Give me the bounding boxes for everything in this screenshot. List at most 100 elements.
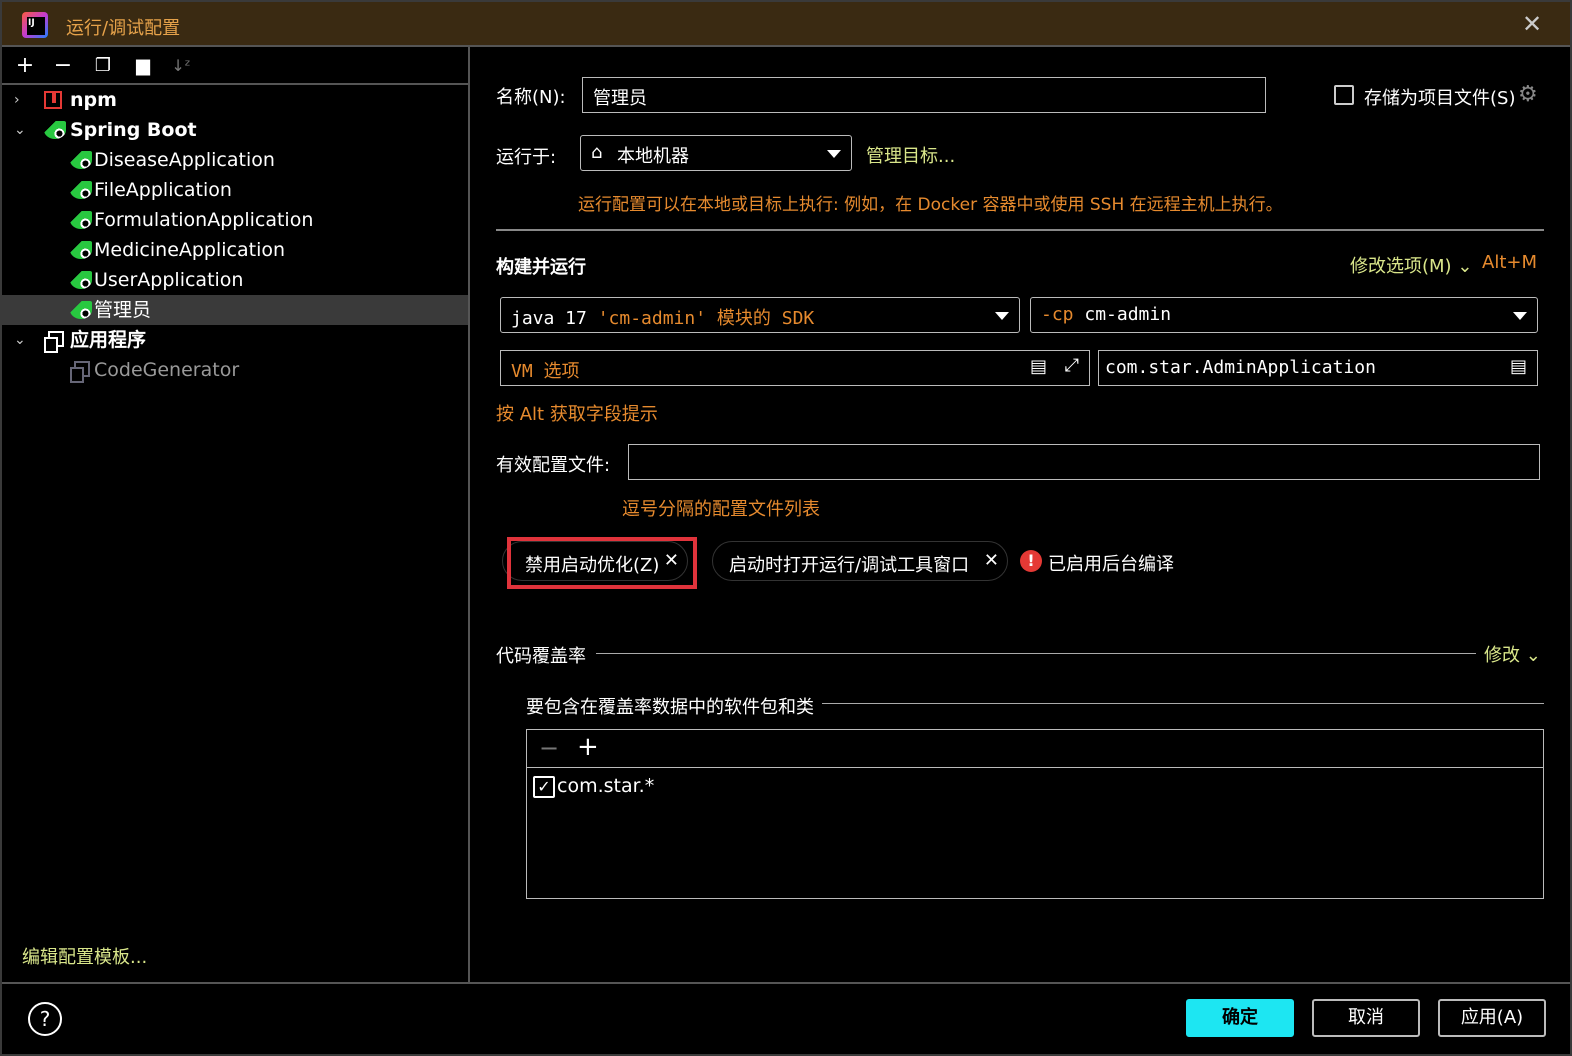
cp-module: cm-admin	[1084, 304, 1172, 325]
highlight-box	[507, 537, 697, 589]
sdk-select[interactable]: java 17 'cm-admin' 模块的 SDK	[500, 297, 1020, 333]
error-icon: !	[1020, 550, 1042, 572]
run-on-hint: 运行配置可以在本地或目标上执行: 例如，在 Docker 容器中或使用 SSH …	[578, 195, 1283, 215]
dropdown-arrow-icon	[1513, 312, 1527, 320]
name-input[interactable]: 管理员	[582, 77, 1266, 113]
document-icon[interactable]: ▤	[1510, 356, 1527, 377]
vm-options-input[interactable]: VM 选项 ▤ ⤢	[500, 350, 1090, 386]
application-icon	[70, 361, 90, 383]
tree-item-disease-application[interactable]: DiseaseApplication	[2, 145, 468, 175]
spring-boot-icon	[70, 301, 92, 319]
tree-label: UserApplication	[94, 269, 244, 291]
spring-boot-icon	[70, 241, 92, 259]
window-title: 运行/调试配置	[66, 18, 181, 39]
copy-icon[interactable]: ❐	[90, 53, 116, 79]
spring-boot-icon	[70, 271, 92, 289]
sdk-module: 'cm-admin'	[597, 308, 707, 329]
home-icon: ⌂	[591, 142, 603, 163]
manage-targets-link[interactable]: 管理目标...	[866, 142, 955, 168]
classpath-select[interactable]: -cp cm-admin	[1030, 297, 1538, 333]
run-debug-config-dialog: 运行/调试配置 ✕ + − ❐ ▆ ↓ᶻ › npm ⌄ Spring Boot…	[0, 0, 1572, 1056]
chevron-down-icon[interactable]: ⌄	[14, 122, 30, 138]
tree-label: 管理员	[94, 299, 152, 321]
tree-item-formulation-application[interactable]: FormulationApplication	[2, 205, 468, 235]
run-on-value: 本地机器	[617, 146, 689, 167]
bg-compile-status: 已启用后台编译	[1048, 554, 1174, 575]
main-class-input[interactable]: com.star.AdminApplication ▤	[1098, 350, 1538, 386]
expand-icon[interactable]: ⤢	[1065, 355, 1079, 376]
run-on-label: 运行于:	[496, 147, 557, 168]
tree-item-code-generator[interactable]: CodeGenerator	[2, 355, 468, 385]
tree-item-medicine-application[interactable]: MedicineApplication	[2, 235, 468, 265]
remove-icon[interactable]: −	[539, 734, 559, 762]
coverage-modify-label: 修改	[1484, 645, 1520, 666]
sdk-suffix: 模块的 SDK	[716, 308, 815, 329]
tree-node-npm[interactable]: › npm	[2, 85, 468, 115]
title-bar: 运行/调试配置 ✕	[2, 2, 1570, 47]
edit-templates-link[interactable]: 编辑配置模板...	[22, 943, 147, 969]
apply-button[interactable]: 应用(A)	[1438, 999, 1546, 1037]
chevron-down-icon[interactable]: ⌄	[14, 332, 30, 348]
tree-item-user-application[interactable]: UserApplication	[2, 265, 468, 295]
cp-flag: -cp	[1041, 304, 1074, 325]
main-class-value: com.star.AdminApplication	[1105, 357, 1376, 378]
coverage-pattern: com.star.*	[557, 775, 655, 797]
ok-button[interactable]: 确定	[1186, 999, 1294, 1037]
coverage-checkbox[interactable]: ✓	[533, 776, 555, 798]
spring-boot-icon	[70, 151, 92, 169]
modify-options-link[interactable]: 修改选项(M) ⌄	[1350, 252, 1472, 278]
chip-open-run-window[interactable]: 启动时打开运行/调试工具窗口 ✕	[712, 541, 1008, 581]
modify-options-shortcut: Alt+M	[1482, 252, 1537, 273]
config-editor-pane: 名称(N): 管理员 存储为项目文件(S) ⚙ 运行于: ⌂ 本地机器 管理目标…	[472, 47, 1570, 982]
divider	[596, 653, 1476, 654]
chevron-down-icon: ⌄	[1525, 645, 1541, 666]
coverage-row[interactable]: ✓ com.star.*	[531, 774, 1531, 804]
tree-label: FormulationApplication	[94, 209, 314, 231]
tree-label: MedicineApplication	[94, 239, 286, 261]
alt-hint: 按 Alt 获取字段提示	[496, 404, 658, 425]
tree-item-file-application[interactable]: FileApplication	[2, 175, 468, 205]
sdk-java: java 17	[511, 308, 587, 329]
coverage-table: − + ✓ com.star.*	[526, 729, 1544, 899]
remove-icon[interactable]: −	[50, 53, 76, 79]
new-folder-icon[interactable]: ▆	[130, 53, 156, 79]
tree-toolbar: + − ❐ ▆ ↓ᶻ	[2, 47, 468, 85]
close-icon[interactable]: ✕	[984, 550, 999, 571]
npm-icon	[44, 91, 62, 109]
spring-boot-icon	[70, 181, 92, 199]
store-project-checkbox[interactable]	[1334, 85, 1354, 105]
sort-icon[interactable]: ↓ᶻ	[168, 53, 194, 79]
tree-node-spring-boot[interactable]: ⌄ Spring Boot	[2, 115, 468, 145]
coverage-title: 代码覆盖率	[496, 646, 586, 667]
profiles-label: 有效配置文件:	[496, 455, 611, 476]
spring-boot-icon	[44, 121, 66, 139]
add-icon[interactable]: +	[12, 53, 38, 79]
name-label: 名称(N):	[496, 87, 566, 108]
tree-item-admin-selected[interactable]: 管理员	[2, 295, 468, 325]
chevron-down-icon: ⌄	[1457, 256, 1473, 277]
tree-label: FileApplication	[94, 179, 232, 201]
dropdown-arrow-icon	[995, 312, 1009, 320]
divider	[822, 703, 1544, 704]
close-icon[interactable]: ✕	[1520, 12, 1544, 36]
chevron-right-icon[interactable]: ›	[14, 92, 30, 108]
run-on-select[interactable]: ⌂ 本地机器	[580, 135, 852, 171]
coverage-toolbar: − +	[527, 730, 1543, 768]
cancel-button[interactable]: 取消	[1312, 999, 1420, 1037]
name-value: 管理员	[593, 88, 647, 109]
tree-node-application[interactable]: ⌄ 应用程序	[2, 325, 468, 355]
tree-label: 应用程序	[70, 329, 147, 351]
vm-options-placeholder: VM 选项	[511, 361, 580, 382]
tree-label: DiseaseApplication	[94, 149, 275, 171]
modify-options-label: 修改选项(M)	[1350, 256, 1452, 277]
store-project-label: 存储为项目文件(S)	[1364, 88, 1516, 109]
add-icon[interactable]: +	[577, 732, 599, 762]
tree-label: Spring Boot	[70, 119, 197, 141]
gear-icon[interactable]: ⚙	[1518, 84, 1540, 106]
bottom-bar: ? 确定 取消 应用(A)	[2, 982, 1570, 1056]
coverage-modify-link[interactable]: 修改 ⌄	[1484, 641, 1541, 667]
intellij-logo-icon	[22, 12, 48, 38]
profiles-input[interactable]	[628, 444, 1540, 480]
document-icon[interactable]: ▤	[1030, 356, 1047, 377]
help-icon[interactable]: ?	[28, 1002, 62, 1036]
